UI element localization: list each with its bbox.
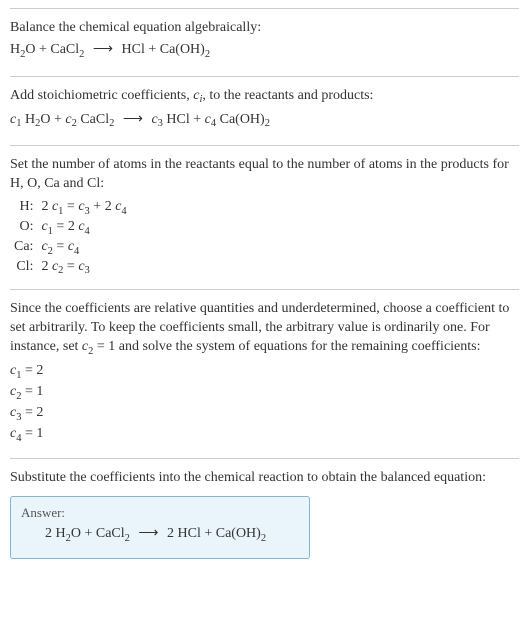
var-c: c xyxy=(78,219,84,234)
atom-equation: c2 = c4 xyxy=(37,238,130,258)
problem-intro: Balance the chemical equation algebraica… xyxy=(10,19,519,38)
section-problem: Balance the chemical equation algebraica… xyxy=(10,8,519,76)
text: = 2 xyxy=(21,363,43,378)
eq-text: HCl + xyxy=(163,112,205,127)
section-atoms: Set the number of atoms in the reactants… xyxy=(10,145,519,289)
eq-text: O + CaCl xyxy=(71,526,125,541)
eq-sub: 2 xyxy=(35,118,40,129)
eq-sub: 2 xyxy=(125,533,130,544)
text: = 1 xyxy=(21,426,43,441)
var-c: c xyxy=(78,199,84,214)
eq-text: H xyxy=(21,112,35,127)
var-c: c xyxy=(65,112,71,127)
stoich-equation: c1 H2O + c2 CaCl2 ⟶ c3 HCl + c4 Ca(OH)2 xyxy=(10,111,519,130)
var-sub: 3 xyxy=(85,206,90,217)
text: 2 xyxy=(41,259,52,274)
table-row: Cl: 2 c2 = c3 xyxy=(10,258,131,278)
atom-equation: c1 = 2 c4 xyxy=(37,218,130,238)
coefficient-list: c1 = 2 c2 = 1 c3 = 2 c4 = 1 xyxy=(10,362,519,446)
eq-text: HCl + Ca(OH) xyxy=(122,42,205,57)
var-sub: 1 xyxy=(16,370,21,381)
table-row: Ca: c2 = c4 xyxy=(10,238,131,258)
eq-text: H xyxy=(10,42,20,57)
text: 2 xyxy=(41,199,52,214)
text: = xyxy=(63,199,78,214)
answer-box: Answer: 2 H2O + CaCl2 ⟶ 2 HCl + Ca(OH)2 xyxy=(10,496,310,559)
eq-sub: 2 xyxy=(79,49,84,60)
list-item: c2 = 1 xyxy=(10,383,519,404)
text: = 1 xyxy=(21,384,43,399)
text: = 1 and solve the system of equations fo… xyxy=(93,339,480,354)
eq-text: 2 HCl + Ca(OH) xyxy=(167,526,261,541)
var-sub: 3 xyxy=(158,118,163,129)
solve-intro: Since the coefficients are relative quan… xyxy=(10,300,519,359)
atoms-intro: Set the number of atoms in the reactants… xyxy=(10,156,519,194)
atom-label: Ca: xyxy=(10,238,37,258)
eq-text: Ca(OH) xyxy=(216,112,265,127)
var-c: c xyxy=(78,259,84,274)
list-item: c1 = 2 xyxy=(10,362,519,383)
eq-sub: 2 xyxy=(265,118,270,129)
eq-text: O + xyxy=(40,112,65,127)
table-row: H: 2 c1 = c3 + 2 c4 xyxy=(10,198,131,218)
table-row: O: c1 = 2 c4 xyxy=(10,218,131,238)
var-sub: 2 xyxy=(58,265,63,276)
balanced-equation: 2 H2O + CaCl2 ⟶ 2 HCl + Ca(OH)2 xyxy=(21,525,299,544)
var-c: c xyxy=(205,112,211,127)
eq-sub: 2 xyxy=(205,49,210,60)
eq-sub: 2 xyxy=(261,533,266,544)
text: = xyxy=(53,239,68,254)
text: Add stoichiometric coefficients, xyxy=(10,88,193,103)
var-c: c xyxy=(41,219,47,234)
eq-sub: 2 xyxy=(109,118,114,129)
eq-text: 2 H xyxy=(45,526,66,541)
atom-label: O: xyxy=(10,218,37,238)
section-answer: Substitute the coefficients into the che… xyxy=(10,458,519,571)
var-c: c xyxy=(41,239,47,254)
arrow-icon: ⟶ xyxy=(123,112,143,127)
atom-label: Cl: xyxy=(10,258,37,278)
var-sub: 1 xyxy=(16,118,21,129)
atom-equations-table: H: 2 c1 = c3 + 2 c4 O: c1 = 2 c4 Ca: c2 … xyxy=(10,198,131,277)
var-sub: 3 xyxy=(85,265,90,276)
var-sub: 4 xyxy=(211,118,216,129)
list-item: c4 = 1 xyxy=(10,425,519,446)
var-sub: 4 xyxy=(85,226,90,237)
answer-label: Answer: xyxy=(21,505,299,521)
eq-sub: 2 xyxy=(66,533,71,544)
eq-sub: 2 xyxy=(20,49,25,60)
atom-equation: 2 c1 = c3 + 2 c4 xyxy=(37,198,130,218)
var-sub: 1 xyxy=(58,206,63,217)
var-c: c xyxy=(151,112,157,127)
arrow-icon: ⟶ xyxy=(138,526,158,541)
list-item: c3 = 2 xyxy=(10,404,519,425)
stoich-intro: Add stoichiometric coefficients, ci, to … xyxy=(10,87,519,108)
text: + 2 xyxy=(90,199,115,214)
var-sub: 2 xyxy=(88,346,93,357)
arrow-icon: ⟶ xyxy=(93,42,113,57)
eq-text: O + CaCl xyxy=(25,42,79,57)
atom-label: H: xyxy=(10,198,37,218)
var-sub: 1 xyxy=(48,226,53,237)
atom-equation: 2 c2 = c3 xyxy=(37,258,130,278)
unbalanced-equation: H2O + CaCl2 ⟶ HCl + Ca(OH)2 xyxy=(10,41,519,60)
var-sub: i xyxy=(199,94,202,105)
answer-intro: Substitute the coefficients into the che… xyxy=(10,469,519,488)
section-stoichiometric: Add stoichiometric coefficients, ci, to … xyxy=(10,76,519,146)
var-sub: 2 xyxy=(48,246,53,257)
var-sub: 3 xyxy=(16,412,21,423)
eq-text: CaCl xyxy=(77,112,109,127)
var-sub: 2 xyxy=(72,118,77,129)
var-sub: 4 xyxy=(16,433,21,444)
var-sub: 2 xyxy=(16,391,21,402)
text: = 2 xyxy=(21,405,43,420)
var-sub: 4 xyxy=(74,246,79,257)
var-sub: 4 xyxy=(121,206,126,217)
text: = 2 xyxy=(53,219,78,234)
text: , to the reactants and products: xyxy=(202,88,373,103)
section-solve: Since the coefficients are relative quan… xyxy=(10,289,519,458)
text: = xyxy=(63,259,78,274)
